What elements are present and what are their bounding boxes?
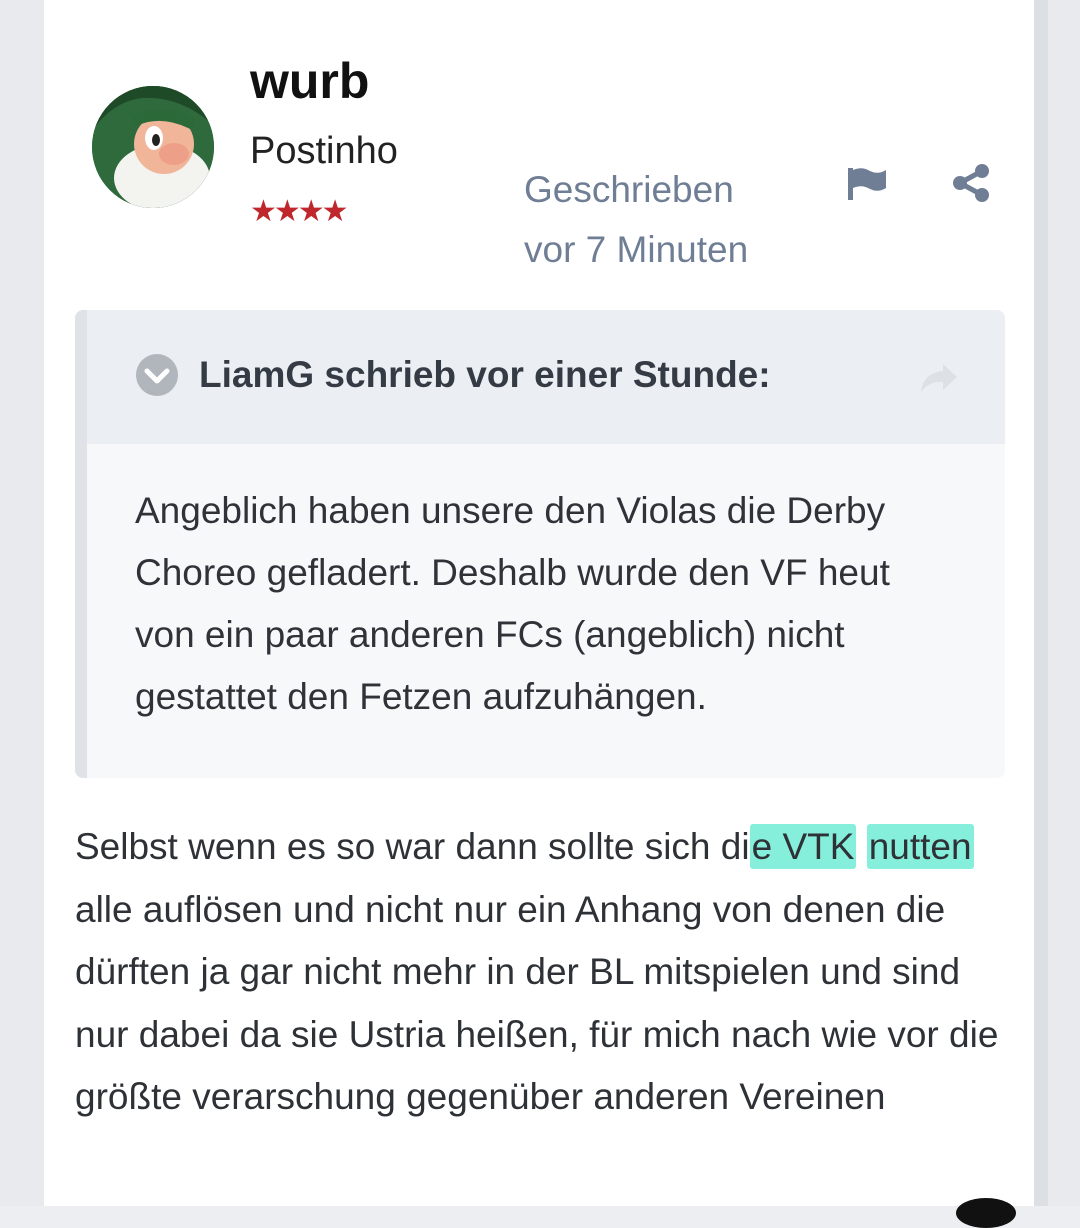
- timestamp-relative: vor 7 Minuten: [524, 229, 749, 270]
- quote-author-line[interactable]: LiamG schrieb vor einer Stunde:: [199, 354, 771, 396]
- post-timestamp[interactable]: Geschrieben vor 7 Minuten: [524, 160, 804, 280]
- post-body-text: Selbst wenn es so war dann sollte sich d…: [75, 826, 750, 867]
- username[interactable]: wurb: [250, 52, 369, 110]
- quote-toggle-button[interactable]: [135, 353, 179, 397]
- arrow-right-icon: [921, 364, 957, 392]
- post-body: Selbst wenn es so war dann sollte sich d…: [75, 816, 1015, 1129]
- highlighted-text: e VTK: [749, 824, 857, 869]
- quote-header[interactable]: LiamG schrieb vor einer Stunde:: [87, 310, 1005, 444]
- post-body-space: [856, 826, 866, 867]
- forum-post: wurb Postinho ★★★★ Geschrieben vor 7 Min…: [44, 0, 1034, 1228]
- quote-accent-bar: [75, 310, 87, 778]
- post-body-text: alle auflösen und nicht nur ein Anhang v…: [75, 888, 999, 1118]
- user-rank-stars: ★★★★: [250, 195, 349, 228]
- highlighted-text: nutten: [866, 824, 974, 869]
- chevron-down-icon: [136, 354, 178, 396]
- report-button[interactable]: [844, 160, 890, 206]
- share-icon: [953, 164, 989, 202]
- share-button[interactable]: [948, 160, 994, 206]
- quote-goto-button[interactable]: [917, 358, 961, 398]
- page-right-margin: [1034, 0, 1080, 1206]
- quote-block: LiamG schrieb vor einer Stunde: Angeblic…: [75, 310, 1005, 778]
- flag-icon: [848, 168, 886, 200]
- user-avatar[interactable]: [92, 86, 214, 208]
- reaction-avatar-partial[interactable]: [956, 1198, 1016, 1228]
- timestamp-label: Geschrieben: [524, 169, 734, 210]
- page-left-margin: [0, 0, 44, 1206]
- quote-text: Angeblich haben unsere den Violas die De…: [135, 490, 890, 717]
- user-rank-title: Postinho: [250, 130, 398, 172]
